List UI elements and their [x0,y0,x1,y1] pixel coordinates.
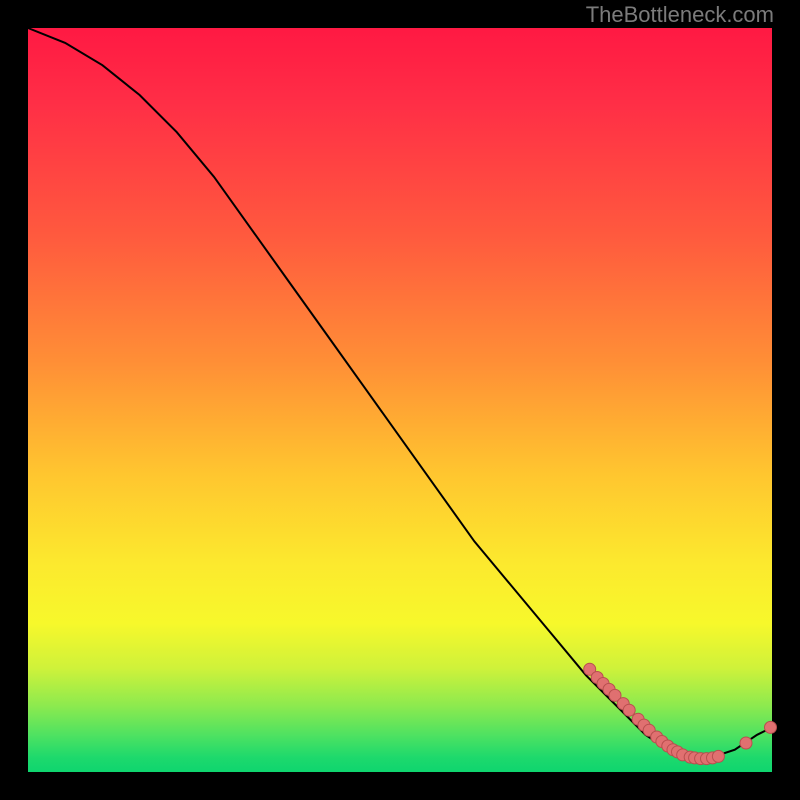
data-marker [740,737,752,749]
data-marker [623,704,635,716]
marker-layer [584,663,777,764]
data-marker [765,721,777,733]
bottleneck-curve [28,28,772,757]
chart-overlay [28,28,772,772]
data-marker [712,750,724,762]
watermark-text: TheBottleneck.com [586,2,774,28]
chart-stage: TheBottleneck.com [0,0,800,800]
